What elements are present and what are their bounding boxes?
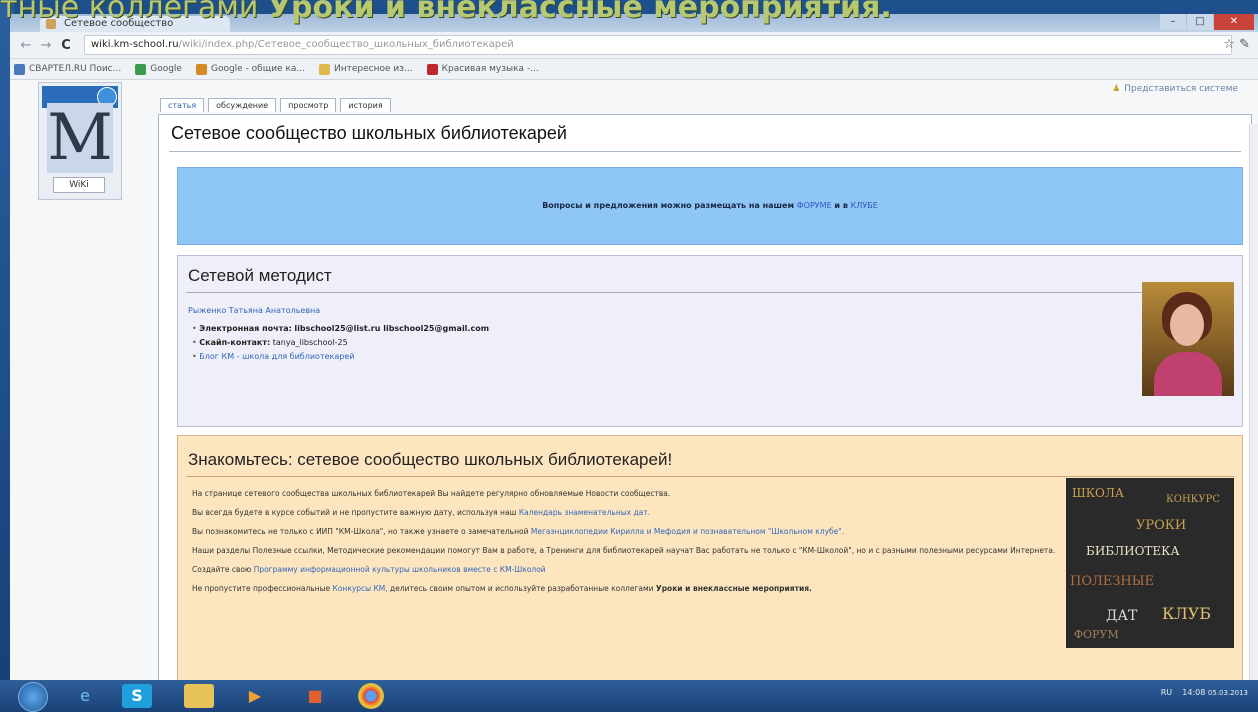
community-text: На странице сетевого сообщества школьных… <box>192 488 1062 602</box>
url-host: wiki.km-school.ru <box>91 39 179 50</box>
taskbar: e S ▶ ■ RU 14:08 05.03.2013 <box>0 680 1258 712</box>
forum-link[interactable]: ФОРУМЕ <box>797 201 832 210</box>
folder-icon[interactable] <box>184 684 214 708</box>
encyclopedia-link[interactable]: Мегаэнциклопедии Кирилла и Мефодия и поз… <box>531 527 844 536</box>
site-logo[interactable]: M WiKi <box>38 82 122 200</box>
bookmark-item[interactable]: Интересное из... <box>319 63 413 75</box>
page-title: Сетевое сообщество школьных библиотекаре… <box>171 123 567 143</box>
bookmark-star-icon[interactable]: ☆ <box>1223 37 1235 52</box>
tab-view[interactable]: просмотр <box>280 98 337 112</box>
methodist-name-link[interactable]: Рыженко Татьяна Анатольевна <box>188 306 320 315</box>
content-area: Сетевое сообщество школьных библиотекаре… <box>158 114 1252 680</box>
logo-wiki-label: WiKi <box>53 177 105 193</box>
browser-toolbar: ← → C wiki.km-school.ru/wiki/index.php/С… <box>10 32 1258 59</box>
reload-icon[interactable]: C <box>56 38 76 53</box>
page-tabs: статья обсуждение просмотр история <box>160 98 395 112</box>
start-button[interactable] <box>18 682 48 712</box>
wiki-page: M WiKi Представиться системе статья обсу… <box>10 80 1258 680</box>
chrome-icon[interactable] <box>358 683 384 709</box>
methodist-title: Сетевой методист <box>188 266 332 285</box>
bookmarks-bar: СВАРТЕЛ.RU Поис... Google Google - общие… <box>10 59 1258 80</box>
divider <box>186 292 1234 293</box>
list-item: Электронная почта: libschool25@list.ru l… <box>192 324 489 333</box>
calendar-link[interactable]: Календарь знаменательных дат. <box>519 508 650 517</box>
bookmark-item[interactable]: Google <box>135 63 182 75</box>
language-indicator[interactable]: RU <box>1161 688 1172 697</box>
club-link[interactable]: КЛУБЕ <box>851 201 878 210</box>
logo-km-letters: M <box>47 101 113 175</box>
scrollbar[interactable] <box>1249 124 1258 680</box>
browser-window: Сетевое сообщество – □ ✕ ← → C wiki.km-s… <box>10 14 1258 680</box>
back-icon[interactable]: ← <box>16 38 36 53</box>
community-box: Знакомьтесь: сетевое сообщество школьных… <box>177 435 1243 680</box>
divider <box>169 151 1241 152</box>
login-link[interactable]: Представиться системе <box>1112 84 1238 94</box>
divider <box>186 476 1234 477</box>
settings-wrench-icon[interactable]: ✎ <box>1239 37 1250 52</box>
paragraph: На странице сетевого сообщества школьных… <box>192 489 671 498</box>
notice-banner: Вопросы и предложения можно размещать на… <box>177 167 1243 245</box>
list-item: Скайп-контакт: tanya_libschool-25 <box>192 338 489 347</box>
paragraph: Вы всегда будете в курсе событий и не пр… <box>192 508 651 517</box>
bookmark-item[interactable]: Google - общие ка... <box>195 63 305 75</box>
contests-link[interactable]: Конкурсы КМ, <box>333 584 388 593</box>
clock-time[interactable]: 14:08 <box>1182 688 1205 697</box>
tab-discussion[interactable]: обсуждение <box>208 98 277 112</box>
clock-date: 05.03.2013 <box>1207 689 1248 697</box>
paragraph: Не пропустите профессиональные Конкурсы … <box>192 584 812 593</box>
contact-list: Электронная почта: libschool25@list.ru l… <box>192 324 489 366</box>
word-cloud-image: ШКОЛА КЛУБ ДАТ УРОКИ ПОЛЕЗНЫЕ БИБЛИОТЕКА… <box>1066 478 1234 648</box>
tab-article[interactable]: статья <box>160 98 205 112</box>
paragraph: Наши разделы Полезные ссылки, Методическ… <box>192 546 1056 555</box>
media-icon[interactable]: ▶ <box>240 684 270 708</box>
bookmark-favicon-icon <box>135 63 147 75</box>
skype-icon[interactable]: S <box>122 684 152 708</box>
bookmark-favicon-icon <box>426 63 438 75</box>
ie-icon[interactable]: e <box>70 684 100 708</box>
bookmark-favicon-icon <box>319 63 330 75</box>
bookmark-item[interactable]: СВАРТЕЛ.RU Поис... <box>14 63 121 75</box>
blog-link[interactable]: Блог КМ - школа для библиотекарей <box>199 352 354 361</box>
address-bar[interactable]: wiki.km-school.ru/wiki/index.php/Сетевое… <box>84 35 1232 55</box>
methodist-photo <box>1142 282 1234 396</box>
system-tray: RU 14:08 05.03.2013 <box>1161 688 1248 697</box>
tab-history[interactable]: история <box>340 98 391 112</box>
bookmark-favicon-icon <box>195 63 207 75</box>
program-link[interactable]: Программу информационной культуры школьн… <box>254 565 546 574</box>
url-path: /wiki/index.php/Сетевое_сообщество_школь… <box>178 39 514 50</box>
list-item: Блог КМ - школа для библиотекарей <box>192 352 489 361</box>
bookmark-item[interactable]: Красивая музыка -... <box>426 63 539 75</box>
slide-title: тные коллегами Уроки и внеклассные мероп… <box>0 0 892 25</box>
community-title: Знакомьтесь: сетевое сообщество школьных… <box>188 450 673 469</box>
methodist-box: Сетевой методист Рыженко Татьяна Анатоль… <box>177 255 1243 427</box>
app-icon[interactable]: ■ <box>300 684 330 708</box>
paragraph: Создайте свою Программу информационной к… <box>192 565 546 574</box>
forward-icon[interactable]: → <box>36 38 56 53</box>
bookmark-favicon-icon <box>14 63 25 75</box>
paragraph: Вы познакомитесь не только с ИИП "КМ-Шко… <box>192 527 845 536</box>
